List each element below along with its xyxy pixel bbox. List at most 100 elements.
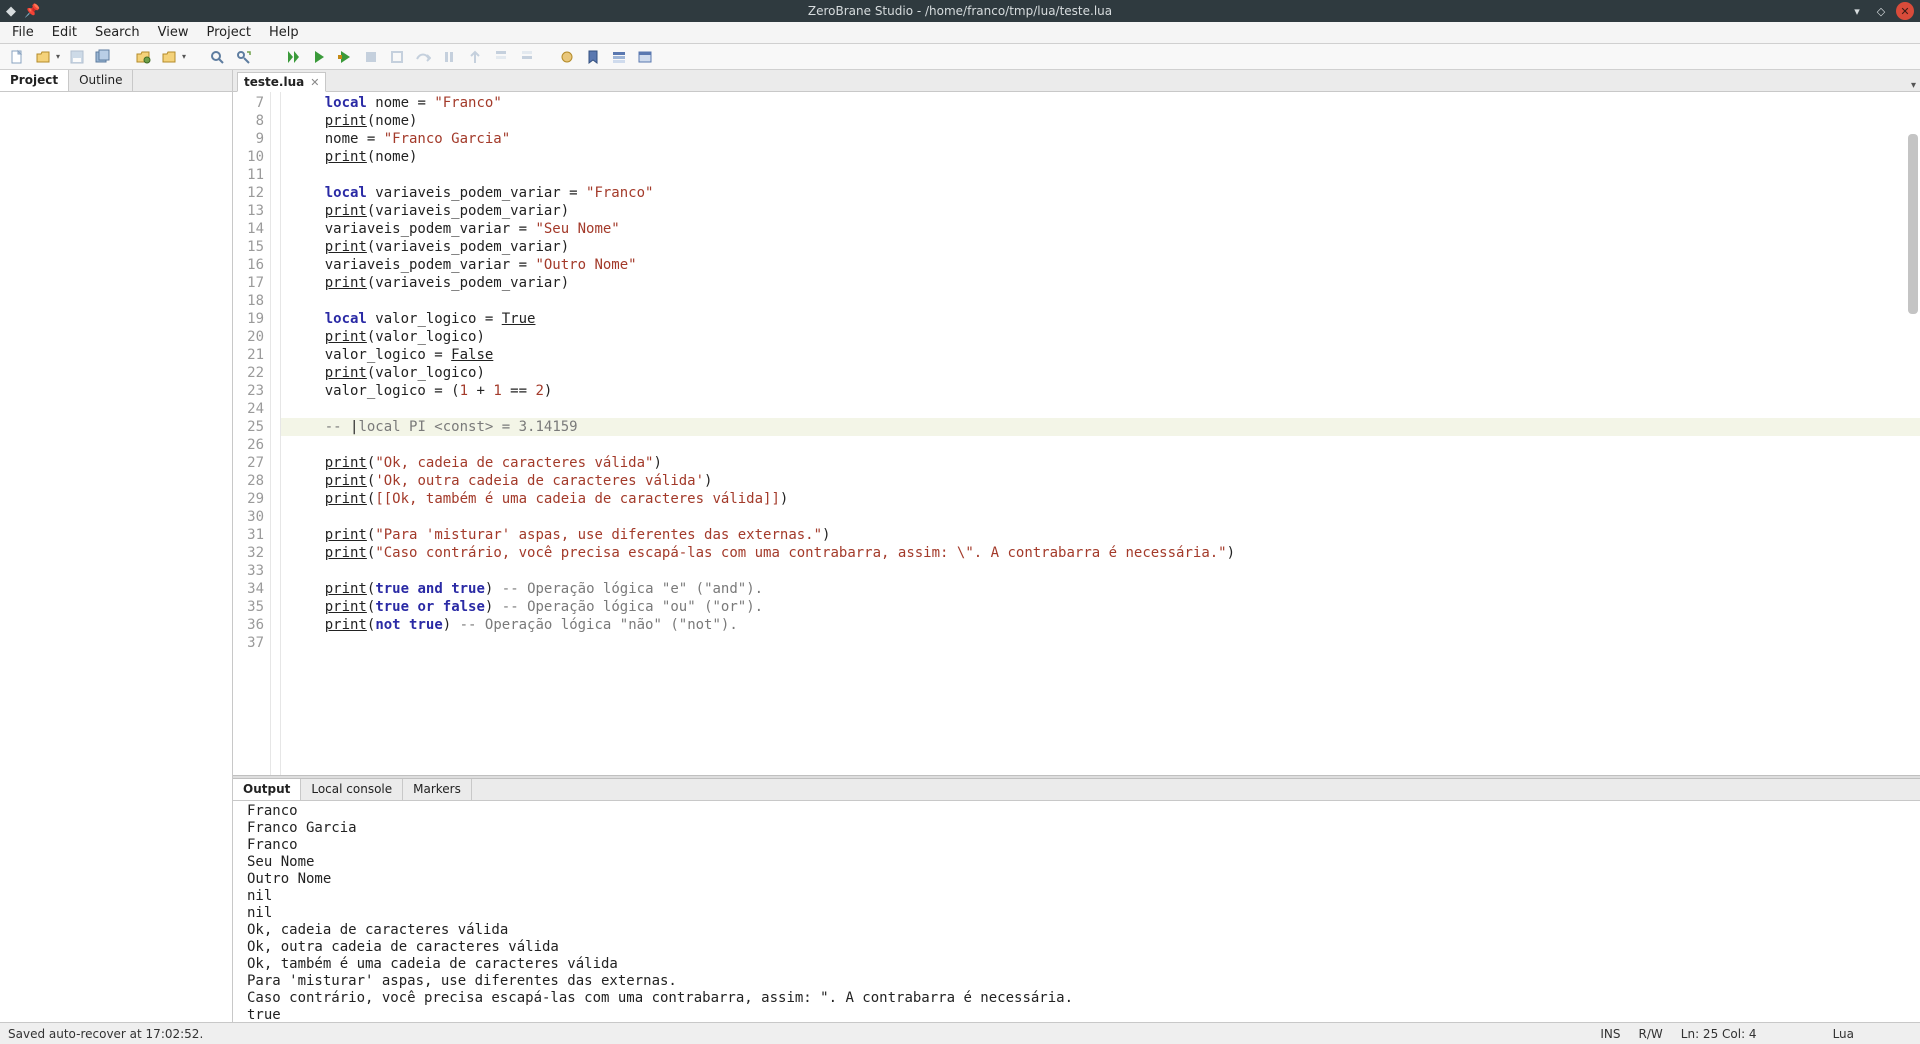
line-number: 23 [235,382,264,400]
tab-output[interactable]: Output [233,779,301,800]
side-panel-tabs: Project Outline [0,70,232,92]
code-line[interactable]: variaveis_podem_variar = "Seu Nome" [291,220,1920,238]
editor-tabstrip: teste.lua ✕ ▾ [233,70,1920,92]
menu-edit[interactable]: Edit [44,23,85,42]
code-line[interactable]: valor_logico = False [291,346,1920,364]
code-line[interactable] [291,562,1920,580]
line-number: 35 [235,598,264,616]
toggle-breakpoint-icon[interactable] [556,46,578,68]
code-line[interactable]: print(valor_logico) [291,364,1920,382]
line-number: 26 [235,436,264,454]
line-number: 18 [235,292,264,310]
code-editor[interactable]: 7891011121314151617181920212223242526272… [233,92,1920,775]
code-line[interactable]: -- |local PI <const> = 3.14159 [281,418,1920,436]
view-watch-icon[interactable] [634,46,656,68]
run-icon[interactable] [282,46,304,68]
save-icon[interactable] [66,46,88,68]
bookmark-icon[interactable] [582,46,604,68]
line-number: 36 [235,616,264,634]
code-area[interactable]: local nome = "Franco" print(nome) nome =… [281,92,1920,775]
line-number: 22 [235,364,264,382]
line-number: 34 [235,580,264,598]
stack-frame-down-icon[interactable] [516,46,538,68]
view-stack-icon[interactable] [608,46,630,68]
code-line[interactable]: print(true or false) -- Operação lógica … [291,598,1920,616]
code-line[interactable] [291,292,1920,310]
stop-icon[interactable] [360,46,382,68]
code-line[interactable]: print(true and true) -- Operação lógica … [291,580,1920,598]
menu-bar: File Edit Search View Project Help [0,22,1920,44]
find-icon[interactable] [206,46,228,68]
menu-help[interactable]: Help [261,23,307,42]
pin-icon[interactable]: 📌 [24,4,40,19]
code-line[interactable] [291,436,1920,454]
editor-tab-teste[interactable]: teste.lua ✕ [237,72,326,92]
editor-scrollbar[interactable] [1908,94,1918,773]
recent-project-dropdown-icon[interactable]: ▾ [180,52,188,61]
code-line[interactable]: print(variaveis_podem_variar) [291,202,1920,220]
tab-overflow-icon[interactable]: ▾ [1911,80,1916,91]
code-line[interactable]: print(not true) -- Operação lógica "não"… [291,616,1920,634]
tab-project[interactable]: Project [0,70,69,91]
line-number: 20 [235,328,264,346]
menu-search[interactable]: Search [87,23,148,42]
editor-tab-label: teste.lua [244,75,304,89]
code-line[interactable]: local valor_logico = True [291,310,1920,328]
tab-outline[interactable]: Outline [69,70,133,91]
app-menu-icon[interactable]: ◆ [6,4,16,19]
code-line[interactable]: local variaveis_podem_variar = "Franco" [291,184,1920,202]
code-line[interactable]: print(variaveis_podem_variar) [291,274,1920,292]
run-no-debug-icon[interactable] [308,46,330,68]
line-number: 21 [235,346,264,364]
code-line[interactable] [291,166,1920,184]
project-tree[interactable] [0,92,232,1022]
tab-markers[interactable]: Markers [403,779,472,800]
code-line[interactable]: print(nome) [291,112,1920,130]
code-line[interactable]: print(valor_logico) [291,328,1920,346]
code-line[interactable]: print(nome) [291,148,1920,166]
code-line[interactable]: print("Para 'misturar' aspas, use difere… [291,526,1920,544]
menu-view[interactable]: View [150,23,197,42]
code-line[interactable]: variaveis_podem_variar = "Outro Nome" [291,256,1920,274]
code-line[interactable]: print("Ok, cadeia de caracteres válida") [291,454,1920,472]
close-button[interactable]: ✕ [1896,2,1914,20]
line-number: 16 [235,256,264,274]
code-line[interactable]: print([[Ok, também é uma cadeia de carac… [291,490,1920,508]
code-line[interactable]: print(variaveis_podem_variar) [291,238,1920,256]
start-debug-icon[interactable] [334,46,356,68]
menu-project[interactable]: Project [198,23,258,42]
project-dir-icon[interactable] [132,46,154,68]
stack-frame-up-icon[interactable] [490,46,512,68]
maximize-button[interactable]: ◇ [1872,2,1890,20]
line-number: 17 [235,274,264,292]
toolbar: ▾ ▾ [0,44,1920,70]
code-line[interactable] [291,634,1920,652]
replace-icon[interactable] [232,46,254,68]
code-line[interactable]: valor_logico = (1 + 1 == 2) [291,382,1920,400]
minimize-button[interactable]: ▾ [1848,2,1866,20]
recent-project-icon[interactable] [158,46,180,68]
new-file-icon[interactable] [6,46,28,68]
window-title: ZeroBrane Studio - /home/franco/tmp/lua/… [0,4,1920,18]
menu-file[interactable]: File [4,23,42,42]
step-over-icon[interactable] [412,46,434,68]
code-line[interactable]: nome = "Franco Garcia" [291,130,1920,148]
output-console[interactable]: FrancoFranco GarciaFrancoSeu NomeOutro N… [233,801,1920,1022]
code-line[interactable] [291,400,1920,418]
tab-local-console[interactable]: Local console [301,779,403,800]
open-file-icon[interactable] [32,46,54,68]
code-line[interactable] [291,508,1920,526]
step-out-icon[interactable] [464,46,486,68]
save-all-icon[interactable] [92,46,114,68]
break-icon[interactable] [386,46,408,68]
code-line[interactable]: print('Ok, outra cadeia de caracteres vá… [291,472,1920,490]
open-file-dropdown-icon[interactable]: ▾ [54,52,62,61]
close-tab-icon[interactable]: ✕ [310,76,319,89]
output-line: Franco [247,803,1914,820]
code-line[interactable]: print("Caso contrário, você precisa esca… [291,544,1920,562]
line-number: 27 [235,454,264,472]
step-into-icon[interactable] [438,46,460,68]
fold-column[interactable] [271,92,281,775]
code-line[interactable]: local nome = "Franco" [291,94,1920,112]
line-number: 15 [235,238,264,256]
